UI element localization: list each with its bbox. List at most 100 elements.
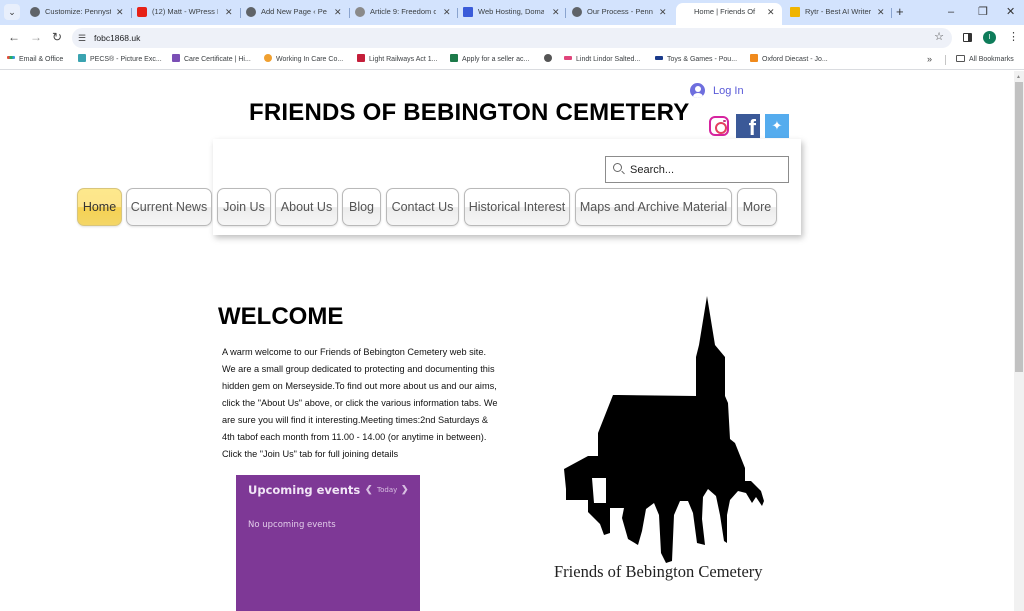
scroll-up-icon[interactable]: ▲: [1016, 74, 1021, 80]
search-icon: [613, 163, 622, 172]
bookmark-globe[interactable]: [544, 53, 556, 66]
bookmark-star-icon[interactable]: ☆: [934, 29, 944, 45]
twitter-icon[interactable]: ✦: [765, 114, 789, 138]
chevron-right-icon[interactable]: ❯: [401, 484, 409, 495]
close-icon[interactable]: ✕: [116, 3, 124, 21]
rytr-icon: [790, 7, 800, 17]
reload-icon[interactable]: ↻: [52, 29, 62, 45]
tab-youtube[interactable]: (12) Matt - WPress Doctor ✕: [137, 3, 237, 25]
apps-icon: [7, 56, 15, 59]
tab-search-button[interactable]: ⌄: [4, 4, 20, 20]
lindt-icon: [564, 56, 572, 60]
tab-label: Web Hosting, Domains: [478, 7, 544, 16]
instagram-icon[interactable]: [707, 114, 731, 138]
tab-label: Customize: Pennystone: [45, 7, 111, 16]
bookmark-working-in-care[interactable]: Working In Care Co...: [264, 53, 343, 66]
tab-rytr[interactable]: Rytr - Best AI Writer, ✕: [790, 3, 890, 25]
profile-avatar[interactable]: I: [983, 31, 996, 44]
bookmark-pecs[interactable]: PECS® - Picture Exc...: [78, 53, 162, 66]
tab-web-hosting[interactable]: Web Hosting, Domains ✕: [463, 3, 563, 25]
scrollbar-thumb[interactable]: [1015, 82, 1023, 372]
nav-maps-archive[interactable]: Maps and Archive Material: [575, 188, 732, 226]
url-text[interactable]: fobc1868.uk: [94, 30, 140, 46]
grid-icon: [463, 7, 473, 17]
article-icon: [355, 7, 365, 17]
close-icon[interactable]: ✕: [877, 3, 885, 21]
bookmark-light-railways[interactable]: Light Railways Act 1...: [357, 53, 437, 66]
welcome-text: A warm welcome to our Friends of Bebingt…: [222, 347, 498, 459]
church-silhouette-logo: [564, 296, 764, 563]
care-icon: [172, 54, 180, 62]
mx-icon: [655, 56, 663, 60]
close-icon[interactable]: ✕: [767, 3, 775, 21]
window-close-icon[interactable]: ✕: [1006, 3, 1015, 21]
nav-historical-interest[interactable]: Historical Interest: [464, 188, 570, 226]
close-icon[interactable]: ✕: [552, 3, 560, 21]
globe-icon: [246, 7, 256, 17]
site-search[interactable]: [605, 156, 789, 183]
nav-current-news[interactable]: Current News: [126, 188, 212, 226]
forward-icon[interactable]: →: [30, 29, 42, 45]
church-silhouette: [564, 296, 764, 563]
tab-strip: ⌄ Customize: Pennystone ✕ (12) Matt - WP…: [0, 0, 1024, 25]
restore-icon[interactable]: ❐: [978, 3, 988, 21]
logo-caption: Friends of Bebington Cemetery: [554, 562, 763, 581]
side-panel-icon[interactable]: [963, 33, 972, 42]
oxford-icon: [750, 54, 758, 62]
bookmark-care-certificate[interactable]: Care Certificate | Hi...: [172, 53, 251, 66]
bookmarks-overflow-button[interactable]: »: [927, 53, 932, 66]
nav-more[interactable]: More: [737, 188, 777, 226]
browser-toolbar: ← → ↻ ☰ fobc1868.uk ☆ I ⋮: [0, 25, 1024, 50]
tab-label: Rytr - Best AI Writer,: [805, 7, 871, 16]
tab-add-new-page[interactable]: Add New Page ‹ Pennystone ✕: [246, 3, 346, 25]
tab-article-9[interactable]: Article 9: Freedom of ✕: [355, 3, 455, 25]
upcoming-events-widget: Upcoming events ❮ Today ❯ No upcoming ev…: [236, 475, 420, 611]
tab-label: Add New Page ‹ Pennystone: [261, 7, 327, 16]
chevron-left-icon[interactable]: ❮: [365, 484, 373, 495]
tab-label: Home | Friends Of Bebington: [694, 7, 756, 16]
new-tab-button[interactable]: +: [896, 3, 904, 21]
nav-blog[interactable]: Blog: [342, 188, 381, 226]
railways-icon: [357, 54, 365, 62]
user-avatar-icon: [690, 83, 705, 98]
bookmark-email-office[interactable]: Email & Office: [7, 53, 63, 66]
page-scrollbar[interactable]: ▲: [1014, 71, 1024, 611]
tab-label: Article 9: Freedom of: [370, 7, 436, 16]
address-bar[interactable]: ☰ fobc1868.uk ☆: [72, 28, 952, 48]
close-icon[interactable]: ✕: [334, 3, 342, 21]
working-care-icon: [264, 54, 272, 62]
nav-contact-us[interactable]: Contact Us: [386, 188, 459, 226]
close-icon[interactable]: ✕: [659, 3, 667, 21]
minimize-icon[interactable]: –: [948, 3, 954, 21]
back-icon[interactable]: ←: [8, 29, 20, 45]
tab-label: (12) Matt - WPress Doctor: [152, 7, 218, 16]
facebook-icon[interactable]: f: [736, 114, 760, 138]
bookmark-toys-games[interactable]: Toys & Games - Pou...: [655, 53, 737, 66]
all-bookmarks-button[interactable]: All Bookmarks: [956, 53, 1014, 66]
web-page: FRIENDS OF BEBINGTON CEMETERY Log In f ✦…: [0, 71, 1014, 611]
close-icon[interactable]: ✕: [225, 3, 233, 21]
bookmarks-bar: Email & Office PECS® - Picture Exc... Ca…: [0, 50, 1024, 70]
youtube-icon: [137, 7, 147, 17]
search-input[interactable]: [630, 161, 780, 179]
nav-join-us[interactable]: Join Us: [217, 188, 271, 226]
pecs-icon: [78, 54, 86, 62]
bookmark-oxford-diecast[interactable]: Oxford Diecast - Jo...: [750, 53, 828, 66]
site-info-icon[interactable]: ☰: [78, 30, 86, 46]
events-empty-text: No upcoming events: [248, 520, 336, 530]
login-label: Log In: [713, 85, 744, 97]
events-today-button[interactable]: Today: [377, 486, 397, 494]
nav-about-us[interactable]: About Us: [275, 188, 338, 226]
seller-icon: [450, 54, 458, 62]
tab-home-friends-of-bebington[interactable]: Home | Friends Of Bebington ✕: [676, 3, 782, 25]
tab-our-process[interactable]: Our Process - Pennystone ✕: [572, 3, 672, 25]
menu-kebab-icon[interactable]: ⋮: [1008, 29, 1019, 45]
bookmark-seller-account[interactable]: Apply for a seller ac...: [450, 53, 529, 66]
close-icon[interactable]: ✕: [443, 3, 451, 21]
bookmark-lindt[interactable]: Lindt Lindor Salted...: [564, 53, 640, 66]
tab-customize[interactable]: Customize: Pennystone ✕: [30, 3, 130, 25]
nav-home[interactable]: Home: [77, 188, 122, 226]
site-title: FRIENDS OF BEBINGTON CEMETERY: [249, 99, 690, 126]
folder-icon: [956, 55, 965, 62]
tab-label: Our Process - Pennystone: [587, 7, 653, 16]
